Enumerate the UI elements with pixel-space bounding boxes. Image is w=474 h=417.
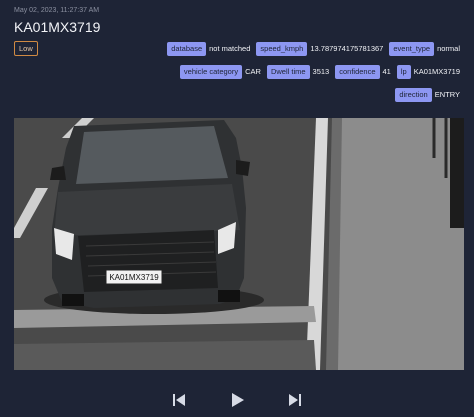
event-title: KA01MX3719 (14, 19, 101, 35)
license-plate-text: KA01MX3719 (109, 273, 159, 282)
tag-key: lp (396, 65, 411, 79)
skip-next-icon[interactable] (285, 390, 305, 410)
tag-value: 3513 (312, 67, 330, 76)
tag-row-2: vehicle category CAR Dwell time 3513 con… (179, 65, 460, 79)
tag-value: not matched (209, 44, 251, 53)
tag-value: KA01MX3719 (413, 67, 460, 76)
tag-value: CAR (245, 67, 261, 76)
play-icon[interactable] (227, 390, 247, 410)
skip-previous-icon[interactable] (169, 390, 189, 410)
tag-value: 13.787974175781367 (310, 44, 384, 53)
tag-value: 41 (382, 67, 391, 76)
event-timestamp: May 02, 2023, 11:27:37 AM (14, 7, 100, 14)
severity-badge: Low (14, 41, 38, 56)
tag-value: ENTRY (434, 90, 460, 99)
tag-confidence: confidence 41 (335, 65, 391, 79)
tag-database: database not matched (167, 42, 250, 56)
tag-key: vehicle category (179, 65, 243, 79)
tag-direction: direction ENTRY (395, 88, 460, 102)
tag-dwell-time: Dwell time 3513 (266, 65, 330, 79)
tag-key: direction (395, 88, 432, 102)
tag-key: confidence (335, 65, 380, 79)
tag-key: event_type (389, 42, 435, 56)
tag-row-1: database not matched speed_kmph 13.78797… (167, 42, 460, 56)
tag-speed: speed_kmph 13.787974175781367 (256, 42, 383, 56)
tag-value: normal (437, 44, 460, 53)
tag-key: database (167, 42, 207, 56)
tag-key: Dwell time (266, 65, 310, 79)
video-frame[interactable]: KA01MX3719 (14, 118, 464, 370)
tag-lp: lp KA01MX3719 (396, 65, 460, 79)
tag-event-type: event_type normal (389, 42, 460, 56)
tag-row-3: direction ENTRY (395, 88, 460, 102)
playback-controls (0, 389, 474, 411)
tag-vehicle-category: vehicle category CAR (179, 65, 261, 79)
tag-key: speed_kmph (256, 42, 308, 56)
camera-snapshot: KA01MX3719 (14, 118, 464, 370)
